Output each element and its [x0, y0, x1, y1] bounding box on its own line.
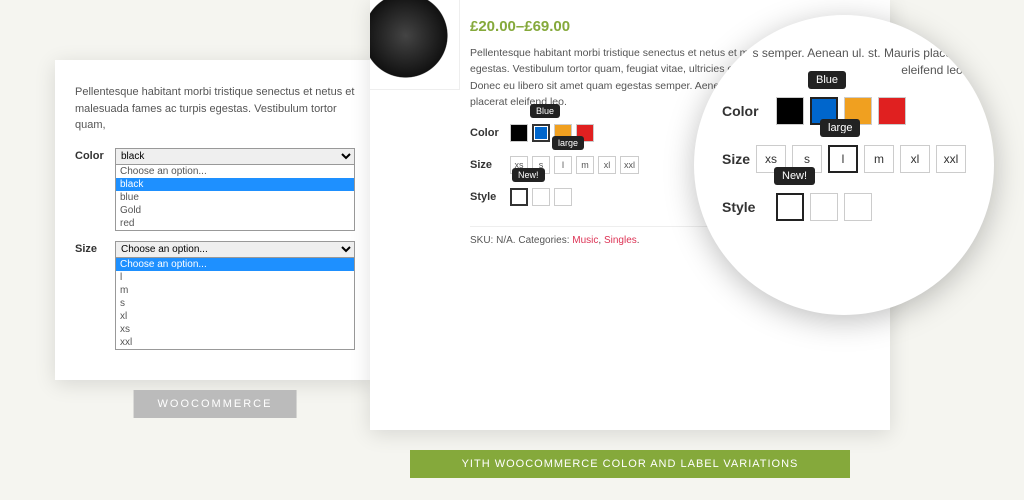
- shirt-icon: .ms-y::before{background:#f0c020}: [847, 197, 869, 217]
- color-tooltip: Blue: [530, 104, 560, 118]
- shirt-icon: .shirt-r::before{background:#e02020}: [512, 191, 526, 203]
- style-swatches: New! .shirt-r::before{background:#e02020…: [510, 188, 572, 206]
- mag-style-swatch[interactable]: .ms-r::before{background:#e02020}: [776, 193, 804, 221]
- mag-color-label: Color: [722, 103, 776, 119]
- color-option[interactable]: Gold: [116, 204, 354, 217]
- woocommerce-default-panel: Pellentesque habitant morbi tristique se…: [55, 60, 375, 380]
- category-link[interactable]: Singles: [604, 235, 637, 246]
- mag-size-label: Size: [722, 151, 756, 167]
- size-option[interactable]: s: [116, 297, 354, 310]
- shirt-icon: .shirt-y::before{background:#f0c020}: [556, 191, 570, 203]
- size-tooltip: large: [552, 136, 584, 150]
- shirt-icon: .ms-b::before{background:#1050d0}: [813, 197, 835, 217]
- mag-style-tooltip: New!: [774, 167, 815, 185]
- size-options-list: Choose an option... l m s xl xs xxl: [115, 258, 355, 350]
- size-select[interactable]: Choose an option...: [115, 241, 355, 258]
- size-option[interactable]: xl: [116, 310, 354, 323]
- product-image: [370, 0, 460, 90]
- style-swatch-red-shirt[interactable]: .shirt-r::before{background:#e02020}: [510, 188, 528, 206]
- size-swatch[interactable]: xxl: [620, 156, 639, 174]
- mag-size-swatch[interactable]: l: [828, 145, 858, 173]
- style-swatch-yellow-shirt[interactable]: .shirt-y::before{background:#f0c020}: [554, 188, 572, 206]
- mag-size-swatch[interactable]: xxl: [936, 145, 966, 173]
- mag-style-row: Style New! .ms-r::before{background:#e02…: [722, 193, 966, 221]
- mag-style-label: Style: [722, 199, 776, 215]
- size-label: Size: [75, 241, 115, 255]
- sku-label: SKU:: [470, 235, 493, 246]
- sku-value: N/A.: [496, 235, 515, 246]
- category-link[interactable]: Music: [572, 235, 598, 246]
- mag-color-swatch-red[interactable]: [878, 97, 906, 125]
- style-tooltip: New!: [512, 168, 545, 182]
- yith-badge: YITH WOOCOMMERCE COLOR AND LABEL VARIATI…: [410, 450, 850, 478]
- color-option[interactable]: red: [116, 217, 354, 230]
- woocommerce-badge: WOOCOMMERCE: [134, 390, 297, 418]
- size-option[interactable]: m: [116, 284, 354, 297]
- color-label: Color: [470, 127, 510, 139]
- color-option[interactable]: black: [116, 178, 354, 191]
- size-row: Size Choose an option... Choose an optio…: [75, 241, 355, 350]
- size-option[interactable]: l: [116, 271, 354, 284]
- mag-size-row: Size large xs s l m xl xxl: [722, 145, 966, 173]
- mag-color-tooltip: Blue: [808, 71, 846, 89]
- mag-size-tooltip: large: [820, 119, 860, 137]
- magnifier-lens: s semper. Aenean ul. st. Mauris placerat…: [694, 15, 994, 315]
- style-swatch-blue-shirt[interactable]: .shirt-b::before{background:#1050d0}: [532, 188, 550, 206]
- color-select[interactable]: black: [115, 148, 355, 165]
- size-swatch[interactable]: l: [554, 156, 572, 174]
- color-swatch-blue[interactable]: [532, 124, 550, 142]
- mag-style-swatch[interactable]: .ms-b::before{background:#1050d0}: [810, 193, 838, 221]
- size-swatch[interactable]: m: [576, 156, 594, 174]
- size-option[interactable]: xxl: [116, 336, 354, 349]
- color-options-list: Choose an option... black blue Gold red: [115, 165, 355, 231]
- color-swatch-black[interactable]: [510, 124, 528, 142]
- size-label: Size: [470, 159, 510, 171]
- color-row: Color black Choose an option... black bl…: [75, 148, 355, 231]
- size-option[interactable]: xs: [116, 323, 354, 336]
- mag-style-swatch[interactable]: .ms-y::before{background:#f0c020}: [844, 193, 872, 221]
- product-description: Pellentesque habitant morbi tristique se…: [75, 84, 355, 134]
- color-option[interactable]: blue: [116, 191, 354, 204]
- shirt-icon: .ms-r::before{background:#e02020}: [779, 197, 801, 217]
- size-swatch[interactable]: xl: [598, 156, 616, 174]
- categories-label: Categories:: [518, 235, 569, 246]
- mag-size-swatch[interactable]: m: [864, 145, 894, 173]
- size-option[interactable]: Choose an option...: [116, 258, 354, 271]
- color-label: Color: [75, 148, 115, 162]
- shirt-icon: .shirt-b::before{background:#1050d0}: [534, 191, 548, 203]
- mag-color-swatch-black[interactable]: [776, 97, 804, 125]
- mag-size-swatch[interactable]: xl: [900, 145, 930, 173]
- style-label: Style: [470, 191, 510, 203]
- color-option[interactable]: Choose an option...: [116, 165, 354, 178]
